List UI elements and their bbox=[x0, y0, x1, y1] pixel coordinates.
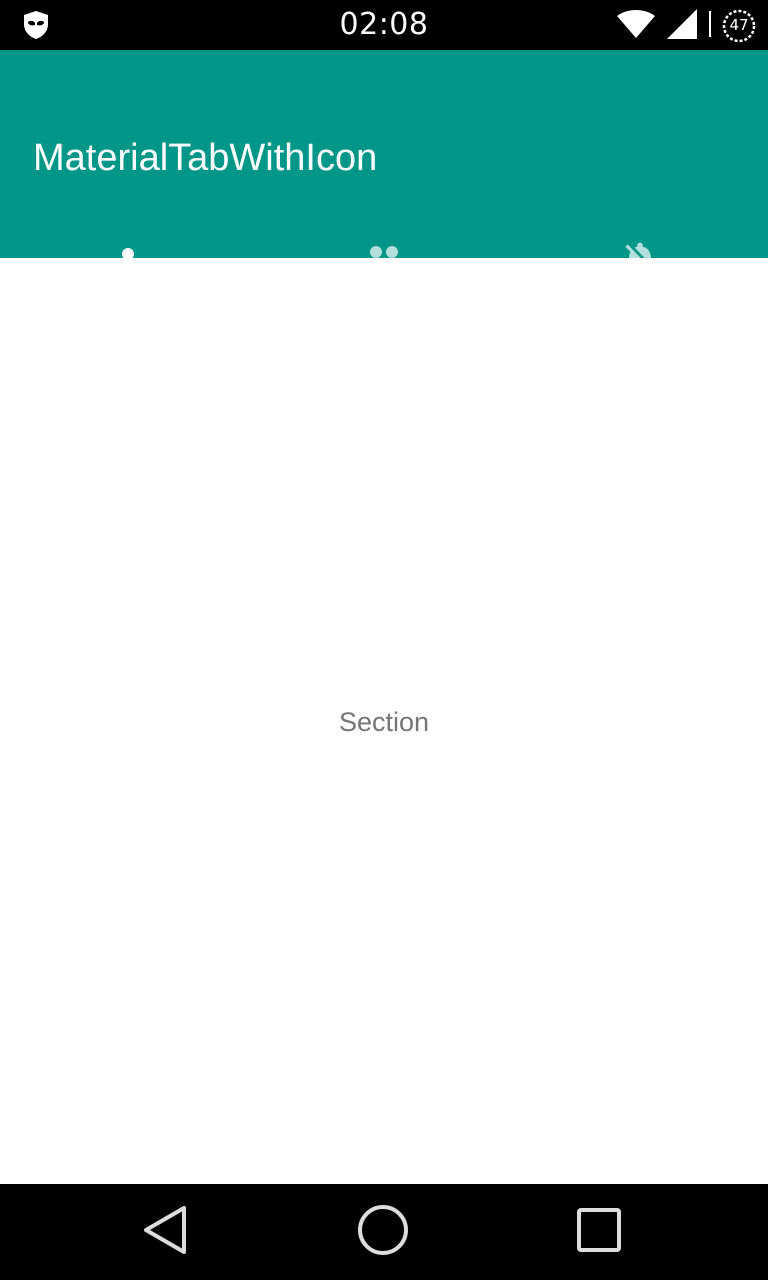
battery-level: 47 bbox=[729, 16, 749, 34]
back-icon bbox=[142, 1204, 190, 1260]
home-button[interactable] bbox=[323, 1184, 443, 1280]
battery-icon: 47 bbox=[722, 9, 756, 43]
content-area: Section bbox=[0, 258, 768, 1184]
wifi-icon bbox=[616, 9, 656, 43]
recents-icon bbox=[576, 1207, 622, 1257]
back-button[interactable] bbox=[106, 1184, 226, 1280]
app-title: MaterialTabWithIcon bbox=[33, 137, 378, 179]
separator bbox=[708, 9, 712, 43]
recents-button[interactable] bbox=[539, 1184, 659, 1280]
section-label: Section bbox=[338, 707, 430, 737]
signal-icon bbox=[666, 8, 698, 44]
home-icon bbox=[356, 1203, 410, 1261]
app-bar: MaterialTabWithIcon bbox=[0, 50, 768, 308]
status-icons: 47 bbox=[616, 8, 756, 44]
status-bar: 02:08 47 bbox=[0, 0, 768, 50]
screen: 02:08 47 MaterialTabWithIcon Section bbox=[0, 0, 768, 1280]
nav-bar bbox=[0, 1184, 768, 1280]
